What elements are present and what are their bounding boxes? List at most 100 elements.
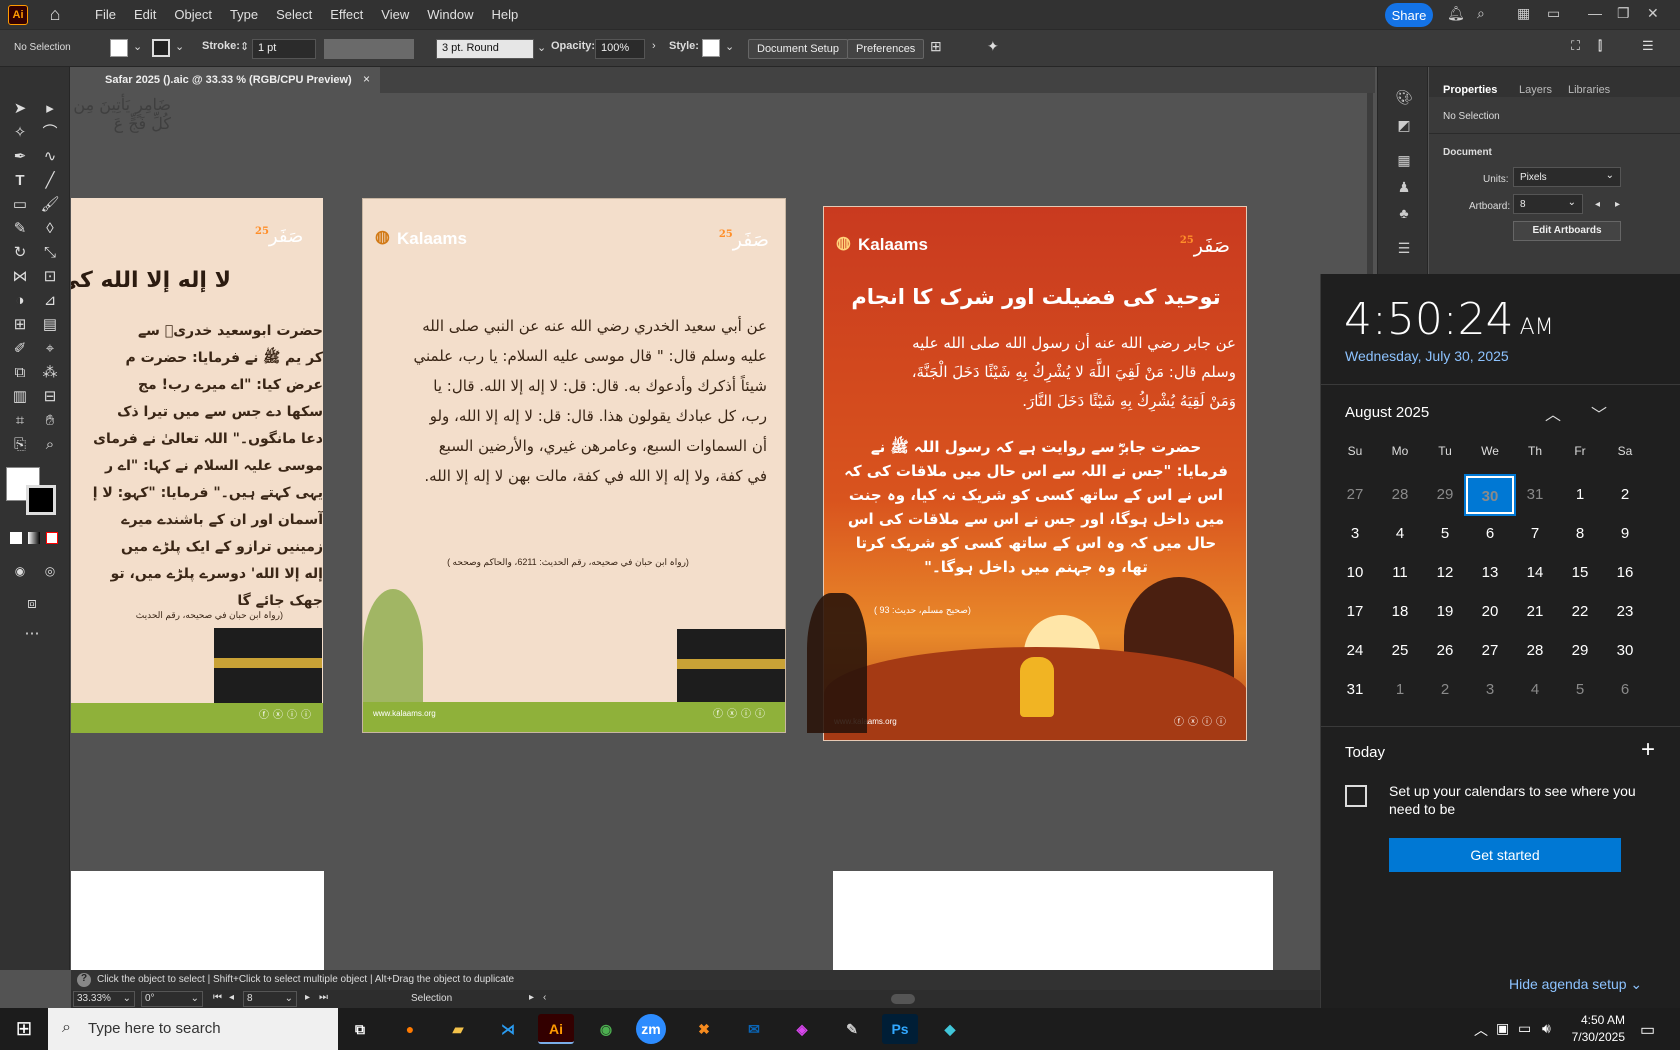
puppet-icon[interactable]: ♟ [1393, 179, 1415, 201]
stroke-panel-icon[interactable]: ☰ [1393, 240, 1415, 262]
calendar-day[interactable]: 2 [1601, 476, 1649, 514]
calendar-day[interactable]: 11 [1376, 554, 1424, 592]
calendar-day[interactable]: 3 [1331, 515, 1379, 553]
opacity-field[interactable]: 100% [595, 39, 645, 59]
menu-window[interactable]: Window [418, 7, 482, 22]
chevron-right-icon[interactable]: ▸ [529, 992, 534, 1003]
bell-icon[interactable]: 🔔︎ [1447, 5, 1465, 22]
calendar-day[interactable]: 3 [1466, 671, 1514, 709]
calendar-day[interactable]: 18 [1376, 593, 1424, 631]
artboard-select[interactable]: 8 ⌄ [1513, 194, 1583, 214]
calendar-day[interactable]: 28 [1376, 476, 1424, 514]
calendar-day[interactable]: 6 [1466, 515, 1514, 553]
artboard-blank-right[interactable] [833, 871, 1273, 970]
screen-mode-icon[interactable]: ⧈ [20, 592, 44, 616]
calendar-day[interactable]: 21 [1511, 593, 1559, 631]
gradient-tool-icon[interactable]: ▤ [38, 313, 62, 337]
calendar-day[interactable]: 9 [1601, 515, 1649, 553]
calendar-day[interactable]: 31 [1331, 671, 1379, 709]
menu-edit[interactable]: Edit [125, 7, 165, 22]
shape-builder-icon[interactable]: ◑ [8, 289, 32, 313]
calendar-day[interactable]: 1 [1556, 476, 1604, 514]
symbol-sprayer-icon[interactable]: ⁂ [38, 361, 62, 385]
color-panel-icon[interactable]: 🎨︎ [1393, 89, 1415, 111]
tab-layers[interactable]: Layers [1519, 84, 1552, 96]
preferences-button[interactable]: Preferences [847, 39, 925, 59]
firefox-icon[interactable]: ● [392, 1014, 428, 1044]
calendar-day[interactable]: 14 [1511, 554, 1559, 592]
calendar-day[interactable]: 15 [1556, 554, 1604, 592]
next-artboard-icon[interactable]: ▸ [1615, 199, 1620, 210]
recolor-icon[interactable]: ✦ [987, 38, 999, 55]
selection-tool-icon[interactable]: ➤ [8, 97, 32, 121]
workspace-icon[interactable]: ▦ [1517, 5, 1530, 22]
creative-cloud-icon[interactable]: ◈ [784, 1014, 820, 1044]
chevron-down-icon[interactable]: ⌄ [175, 40, 184, 53]
gradient-mode-icon[interactable] [28, 532, 40, 544]
date-link[interactable]: Wednesday, July 30, 2025 [1345, 348, 1509, 364]
direct-selection-tool-icon[interactable]: ▸ [38, 97, 62, 121]
calendar-day[interactable]: 27 [1466, 632, 1514, 670]
calendar-day-today[interactable]: 30 [1464, 474, 1516, 516]
calendar-day[interactable]: 29 [1556, 632, 1604, 670]
graphic-style-swatch[interactable] [702, 39, 720, 57]
calendar-day[interactable]: 6 [1601, 671, 1649, 709]
taskbar-search-input[interactable]: Type here to search [48, 1008, 338, 1050]
align-icon[interactable]: ⊞ [930, 38, 942, 55]
artboard-tool-icon[interactable]: ⊟ [38, 385, 62, 409]
pen-tool-icon[interactable]: ✒ [8, 145, 32, 169]
calendar-day[interactable]: 12 [1421, 554, 1469, 592]
device-icon[interactable]: ▣ [1496, 1020, 1509, 1037]
previous-artboard-icon[interactable]: ◂ [1595, 199, 1600, 210]
units-select[interactable]: Pixels ⌄ [1513, 167, 1621, 187]
home-icon[interactable]: ⌂ [44, 4, 66, 25]
pen-app-icon[interactable]: ✎ [834, 1014, 870, 1044]
none-mode-icon[interactable] [46, 532, 58, 544]
previous-artboard-icon[interactable]: ◂ [229, 992, 234, 1003]
zoom-app-icon[interactable]: zm [636, 1014, 666, 1044]
first-artboard-icon[interactable]: ⏮ [213, 992, 222, 1003]
chevron-down-icon[interactable]: ⌄ [133, 40, 142, 53]
print-tiling-icon[interactable]: ⎘ [8, 433, 32, 457]
photoshop-icon[interactable]: Ps [882, 1014, 918, 1044]
free-transform-icon[interactable]: ⊡ [38, 265, 62, 289]
menu-file[interactable]: File [86, 7, 125, 22]
menu-icon[interactable]: ☰ [1642, 38, 1654, 54]
calendar-day[interactable]: 17 [1331, 593, 1379, 631]
get-started-button[interactable]: Get started [1389, 838, 1621, 872]
artboard-middle[interactable]: ◍ Kalaams صَفَر25 عن أبي سعيد الخدري رضي… [362, 198, 786, 733]
chevron-left-icon[interactable]: ‹ [543, 992, 546, 1003]
graph-tool-icon[interactable]: ▥ [8, 385, 32, 409]
calendar-day[interactable]: 5 [1556, 671, 1604, 709]
chrome-icon[interactable]: ◉ [588, 1014, 624, 1044]
hide-agenda-link[interactable]: Hide agenda setup ⌄ [1509, 976, 1642, 993]
calendar-day[interactable]: 26 [1421, 632, 1469, 670]
calendar-day[interactable]: 27 [1331, 476, 1379, 514]
menu-select[interactable]: Select [267, 7, 321, 22]
calendar-day[interactable]: 5 [1421, 515, 1469, 553]
app-icon[interactable]: ◆ [932, 1014, 968, 1044]
share-button[interactable]: Share [1385, 3, 1433, 27]
eyedropper-icon[interactable]: ✐ [8, 337, 32, 361]
paintbrush-icon[interactable]: 🖌︎ [38, 193, 62, 217]
zoom-field[interactable]: 33.33% ⌄ [73, 991, 135, 1007]
volume-icon[interactable]: 🔊︎ [1542, 1020, 1551, 1037]
perspective-grid-icon[interactable]: ⊿ [38, 289, 62, 313]
stroke-swatch[interactable] [152, 39, 170, 57]
artboard-blank-left[interactable] [71, 871, 324, 970]
notifications-icon[interactable]: ▭ [1640, 1020, 1655, 1040]
network-icon[interactable]: ▭ [1518, 1020, 1531, 1037]
close-tab-icon[interactable]: × [363, 72, 370, 86]
last-artboard-icon[interactable]: ⏭ [319, 992, 328, 1003]
document-setup-button[interactable]: Document Setup [748, 39, 848, 59]
color-mode-icon[interactable] [10, 532, 22, 544]
blend-tool-icon[interactable]: ⧉ [8, 361, 32, 385]
variable-width-profile[interactable] [324, 39, 414, 59]
rotate-tool-icon[interactable]: ↻ [8, 241, 32, 265]
zoom-tool-icon[interactable]: ⌕ [38, 433, 62, 457]
image-trace-icon[interactable]: ◩ [1393, 117, 1415, 139]
draw-behind-icon[interactable]: ◎ [38, 559, 62, 583]
document-tab[interactable]: Safar 2025 ().aic @ 33.33 % (RGB/CPU Pre… [75, 67, 380, 93]
calendar-day[interactable]: 2 [1421, 671, 1469, 709]
line-tool-icon[interactable]: ╱ [38, 169, 62, 193]
